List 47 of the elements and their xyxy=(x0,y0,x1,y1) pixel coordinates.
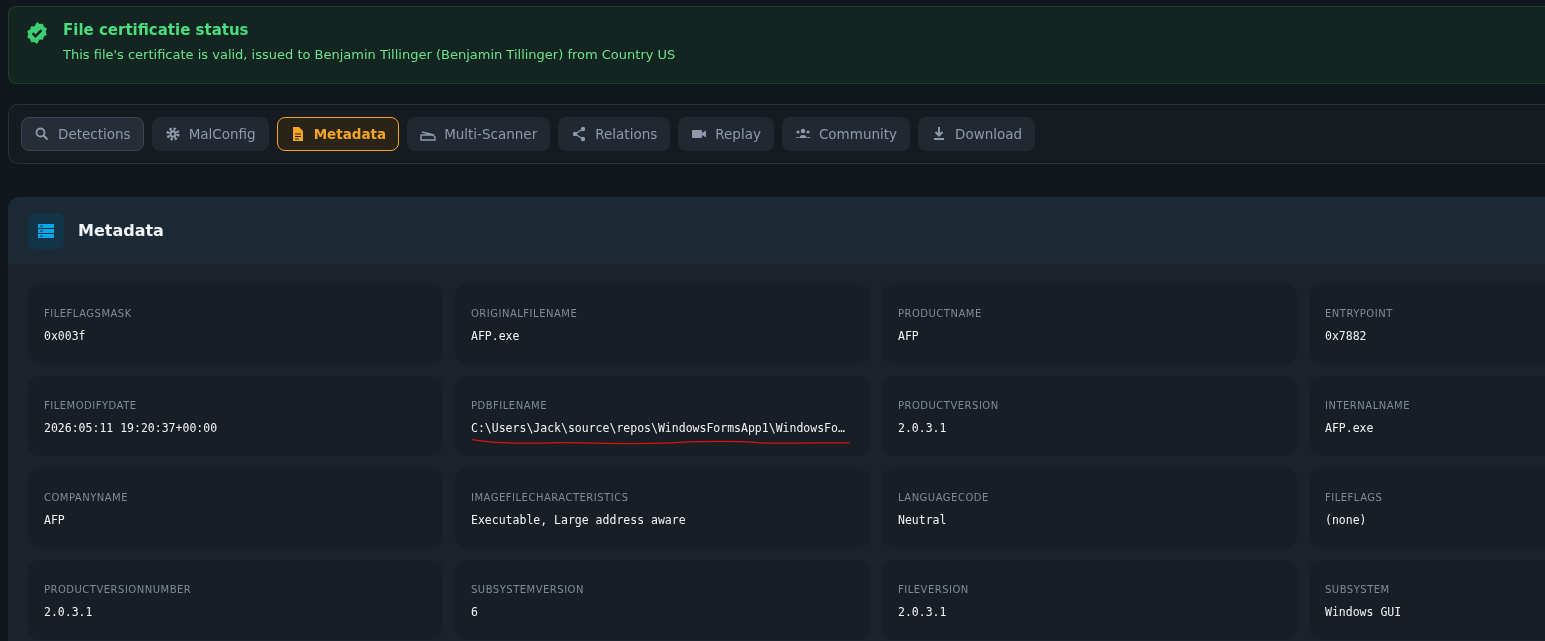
field-value: 0x7882 xyxy=(1325,329,1367,343)
field-label: FILEVERSION xyxy=(898,584,970,595)
tab[interactable]: Detections xyxy=(21,117,144,151)
field-label: PRODUCTVERSIONNUMBER xyxy=(44,584,193,595)
banner-title: File certificatie status xyxy=(63,21,250,39)
field-value: AFP.exe xyxy=(1325,421,1374,435)
field-label: ENTRYPOINT xyxy=(1325,308,1394,319)
field-value: AFP xyxy=(44,513,65,527)
verified-badge-icon xyxy=(25,21,49,45)
field-value: 2.0.3.1 xyxy=(898,421,947,435)
field-label: INTERNALNAME xyxy=(1325,400,1411,411)
tab[interactable]: Multi-Scanner xyxy=(407,117,551,151)
field-value: Executable, Large address aware xyxy=(471,513,686,527)
field-value: 2.0.3.1 xyxy=(898,605,947,619)
field-label: COMPANYNAME xyxy=(44,492,130,503)
field-value: 2026:05:11 19:20:37+00:00 xyxy=(44,421,218,435)
tab[interactable]: MalConfig xyxy=(151,117,269,151)
list-icon xyxy=(28,212,64,249)
field-value: 2.0.3.1 xyxy=(44,605,93,619)
tab[interactable]: Download xyxy=(918,117,1036,151)
field-label: IMAGEFILECHARACTERISTICS xyxy=(471,492,630,503)
tab[interactable]: Community xyxy=(781,117,911,151)
field-value: 6 xyxy=(471,605,478,619)
field-label: LANGUAGECODE xyxy=(898,492,990,503)
field-label: SUBSYSTEM xyxy=(1325,584,1391,595)
field-value: Neutral xyxy=(898,513,947,527)
field-value: AFP xyxy=(898,329,919,343)
share-icon xyxy=(571,126,588,142)
field-label: PRODUCTVERSION xyxy=(898,400,1000,411)
field-value: C:\Users\Jack\source\repos\WindowsFormsApp1\WindowsFo… xyxy=(471,421,845,435)
field-label: FILEMODIFYDATE xyxy=(44,400,138,411)
panel-title: Metadata xyxy=(78,221,164,240)
field-label: ORIGINALFILENAME xyxy=(471,308,579,319)
field-label: PRODUCTNAME xyxy=(898,308,983,319)
field-label: PDBFILENAME xyxy=(471,400,548,411)
tab[interactable]: Metadata xyxy=(276,117,400,151)
tab[interactable]: Relations xyxy=(558,117,671,151)
field-value: (none) xyxy=(1325,513,1367,527)
field-value: 0x003f xyxy=(44,329,86,343)
tab[interactable]: Replay xyxy=(678,117,774,151)
field-label: SUBSYSTEMVERSION xyxy=(471,584,585,595)
field-label: FILEFLAGS xyxy=(1325,492,1384,503)
banner-message: This file's certificate is valid, issued to Benjamin Tillinger (Benjamin Tillinger) from Country US xyxy=(63,47,676,62)
field-label: FILEFLAGSMASK xyxy=(44,308,133,319)
search-icon xyxy=(34,126,50,142)
field-value: Windows GUI xyxy=(1325,605,1402,619)
field-value: AFP.exe xyxy=(471,329,520,343)
